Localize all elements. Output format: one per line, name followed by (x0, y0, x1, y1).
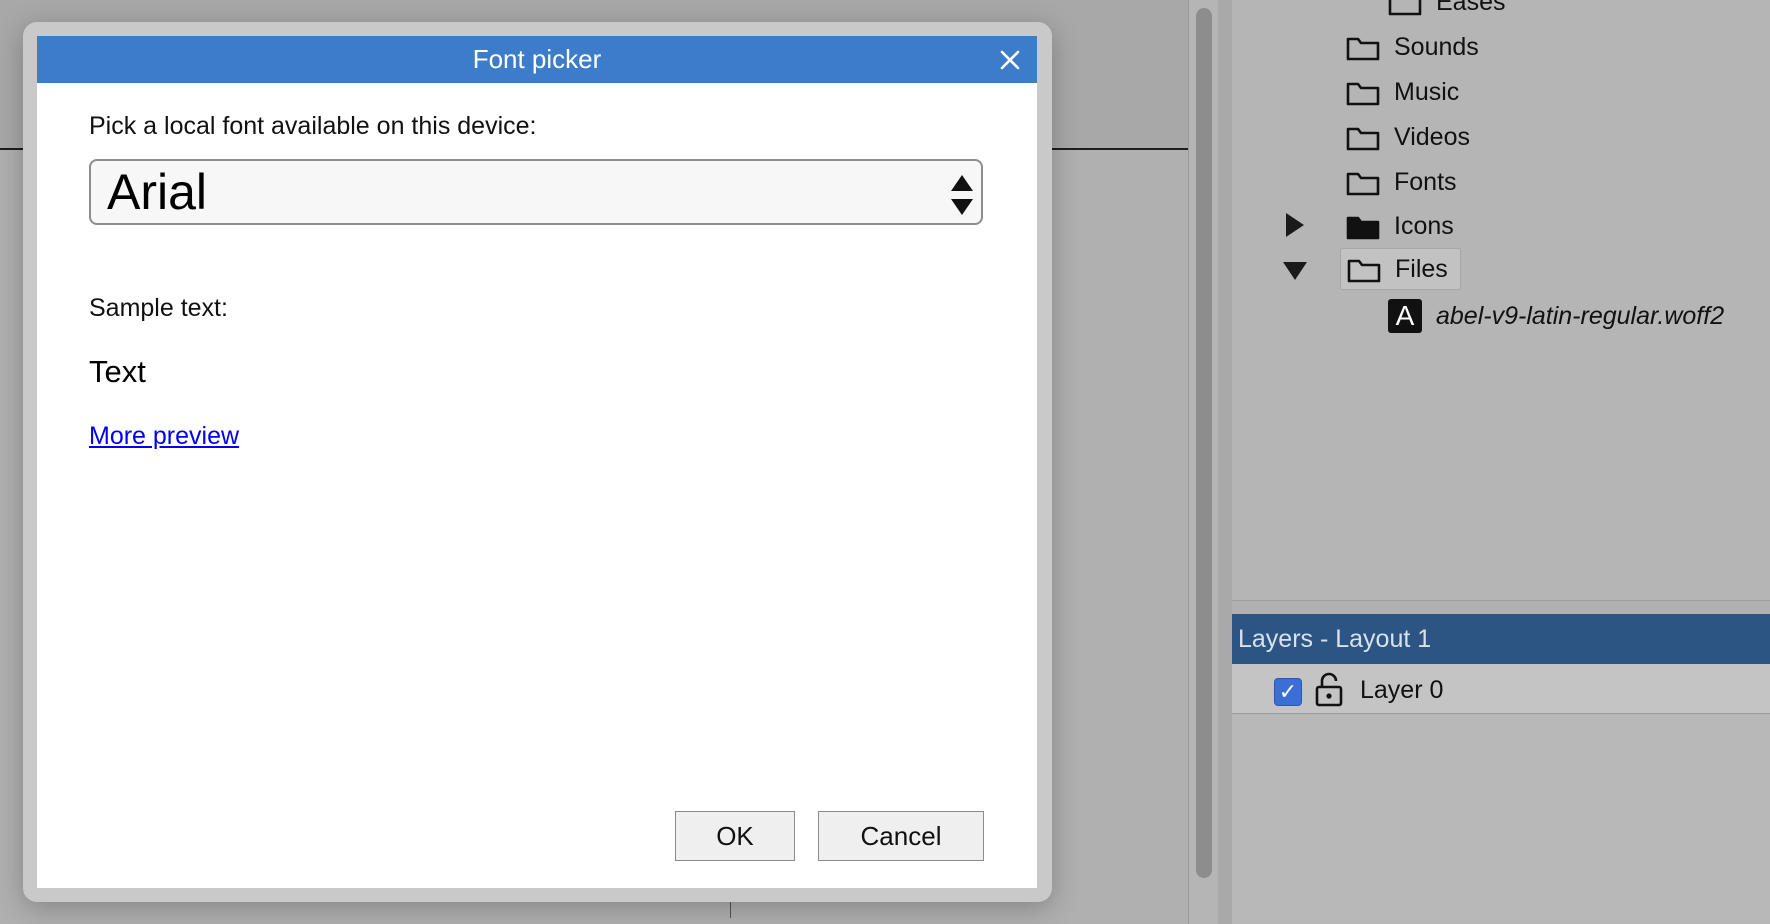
right-panel: Eases Sounds Music Videos Fonts Icons Fi… (1232, 0, 1770, 924)
sample-text-label: Sample text: (89, 294, 228, 322)
sample-text-preview: Text (89, 354, 146, 389)
project-tree: Eases Sounds Music Videos Fonts Icons Fi… (1232, 0, 1770, 600)
tree-item-label: Sounds (1394, 32, 1479, 61)
unlock-icon[interactable] (1314, 672, 1344, 713)
tree-item-fonts[interactable]: Fonts (1346, 162, 1457, 202)
tree-item-videos[interactable]: Videos (1346, 117, 1470, 157)
folder-icon (1346, 79, 1380, 106)
tree-item-label: Eases (1436, 0, 1506, 16)
expand-arrow-icon[interactable] (1286, 213, 1304, 237)
font-file-icon: A (1388, 299, 1422, 333)
collapse-arrow-icon[interactable] (1283, 262, 1307, 280)
tree-item-label: Music (1394, 77, 1460, 106)
dialog-titlebar[interactable]: Font picker (37, 36, 1037, 83)
font-picker-dialog: Font picker Pick a local font available … (37, 36, 1037, 888)
layer-row[interactable]: ✓ Layer 0 (1232, 664, 1770, 714)
layer-visibility-checkbox[interactable]: ✓ (1274, 678, 1302, 706)
tree-item-files[interactable]: Files (1340, 248, 1461, 290)
pick-font-label: Pick a local font available on this devi… (89, 112, 537, 140)
tree-item-music[interactable]: Music (1346, 72, 1459, 112)
close-icon[interactable] (995, 45, 1025, 75)
folder-icon (1347, 256, 1381, 283)
folder-icon (1346, 124, 1380, 151)
layers-panel-body (1232, 715, 1770, 924)
tree-item-label: Files (1395, 254, 1448, 283)
ok-button[interactable]: OK (675, 811, 795, 861)
folder-icon (1388, 0, 1422, 16)
tree-item-font-file[interactable]: A abel-v9-latin-regular.woff2 (1388, 296, 1724, 336)
layers-panel-header: Layers - Layout 1 (1232, 614, 1770, 664)
select-stepper-icon (949, 171, 975, 219)
cancel-button[interactable]: Cancel (818, 811, 984, 861)
layers-panel-title: Layers - Layout 1 (1238, 624, 1432, 653)
tree-item-label: Videos (1394, 122, 1470, 151)
tree-item-label: Icons (1394, 211, 1454, 240)
font-select-value: Arial (107, 164, 208, 220)
tree-item-icons[interactable]: Icons (1346, 206, 1454, 246)
layer-name: Layer 0 (1360, 676, 1444, 704)
folder-icon (1346, 169, 1380, 196)
panel-separator[interactable] (1232, 600, 1770, 615)
more-preview-link[interactable]: More preview (89, 422, 239, 451)
tree-item-eases[interactable]: Eases (1388, 0, 1505, 22)
folder-filled-icon (1346, 213, 1380, 240)
font-select[interactable]: Arial (89, 159, 983, 225)
folder-icon (1346, 34, 1380, 61)
canvas-marker (730, 900, 731, 918)
scrollbar-thumb[interactable] (1196, 8, 1212, 878)
dialog-title: Font picker (472, 44, 602, 74)
tree-item-label: abel-v9-latin-regular.woff2 (1436, 301, 1725, 330)
tree-item-label: Fonts (1394, 167, 1457, 196)
panel-divider[interactable] (1218, 0, 1232, 924)
tree-item-sounds[interactable]: Sounds (1346, 27, 1479, 67)
